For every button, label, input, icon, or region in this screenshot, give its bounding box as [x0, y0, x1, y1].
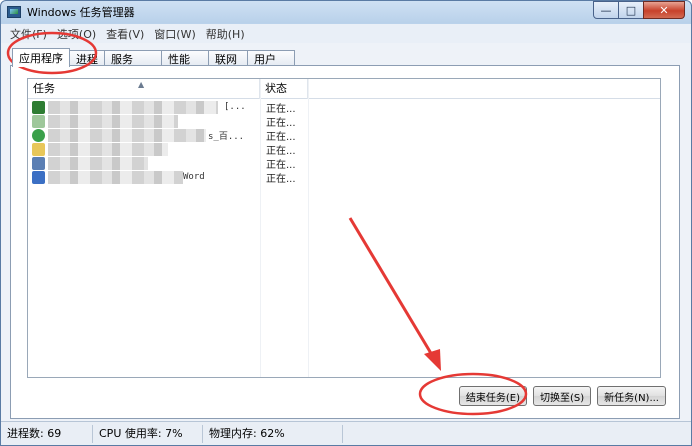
applications-panel: ▲ 任务 状态 [... 正在... 正在... s_百... 正在... 正在…: [10, 65, 680, 419]
task-name-suffix: s_百...: [208, 131, 245, 142]
folder-icon: [32, 142, 45, 156]
main-area: 应用程序 进程 服务 性能 联网 用户 ▲ 任务 状态 [... 正在... 正…: [1, 43, 691, 421]
status-bar: 进程数: 69 CPU 使用率: 7% 物理内存: 62%: [1, 421, 691, 445]
column-status-label: 状态: [265, 82, 287, 95]
task-cell: [28, 142, 260, 156]
menu-bar: 文件(F) 选项(O) 查看(V) 窗口(W) 帮助(H): [1, 24, 691, 43]
list-header: ▲ 任务 状态: [28, 79, 660, 99]
task-cell: [...: [28, 100, 260, 114]
menu-file[interactable]: 文件(F): [5, 26, 52, 42]
switch-to-button[interactable]: 切换至(S): [533, 386, 592, 406]
minimize-button[interactable]: —: [593, 1, 619, 19]
column-task-label: 任务: [33, 82, 55, 95]
menu-help[interactable]: 帮助(H): [201, 26, 250, 42]
redacted-task-name: [48, 100, 218, 114]
table-row[interactable]: s_百... 正在...: [28, 127, 660, 143]
task-cell: s_百...: [28, 128, 260, 142]
status-cell: 正在...: [260, 99, 308, 115]
redacted-task-name: [48, 156, 148, 170]
status-cell: 正在...: [260, 155, 308, 171]
status-cell: 正在...: [260, 169, 308, 185]
action-buttons: 结束任务(E) 切换至(S) 新任务(N)...: [453, 386, 666, 406]
excel-icon: [32, 100, 45, 114]
status-cell: 正在...: [260, 113, 308, 129]
title-bar[interactable]: Windows 任务管理器 — □ ✕: [1, 1, 691, 23]
status-cell: 正在...: [260, 127, 308, 143]
window-icon: [32, 114, 45, 128]
menu-options[interactable]: 选项(O): [52, 26, 101, 42]
table-row[interactable]: 正在...: [28, 113, 660, 129]
task-cell: Word: [28, 170, 260, 184]
process-count: 进程数: 69: [1, 424, 93, 443]
ie-icon: [32, 128, 45, 142]
task-manager-window: Windows 任务管理器 — □ ✕ 文件(F) 选项(O) 查看(V) 窗口…: [0, 0, 692, 446]
column-header-status[interactable]: 状态: [260, 79, 308, 99]
maximize-button[interactable]: □: [618, 1, 644, 19]
tab-strip: 应用程序 进程 服务 性能 联网 用户: [12, 48, 295, 67]
task-name-suffix: [...: [224, 102, 246, 112]
column-header-task[interactable]: ▲ 任务: [28, 79, 260, 99]
menu-window[interactable]: 窗口(W): [149, 26, 200, 42]
redacted-task-name: [48, 114, 178, 128]
word-icon: [32, 170, 45, 184]
task-rows: [... 正在... 正在... s_百... 正在... 正在... 正在..…: [28, 99, 660, 185]
close-button[interactable]: ✕: [643, 1, 685, 19]
window-controls: — □ ✕: [593, 1, 685, 19]
tab-applications[interactable]: 应用程序: [12, 48, 70, 67]
redacted-task-name: [48, 128, 206, 142]
new-task-button[interactable]: 新任务(N)...: [597, 386, 666, 406]
window-title: Windows 任务管理器: [27, 6, 135, 19]
status-cell: 正在...: [260, 141, 308, 157]
app-icon: [32, 156, 45, 170]
redacted-task-name: [48, 142, 168, 156]
task-name-suffix: Word: [183, 172, 205, 182]
end-task-button[interactable]: 结束任务(E): [458, 386, 528, 406]
redacted-task-name: [48, 170, 183, 184]
task-manager-icon: [7, 6, 21, 18]
table-row[interactable]: 正在...: [28, 155, 660, 171]
task-cell: [28, 114, 260, 128]
cpu-usage: CPU 使用率: 7%: [93, 424, 203, 443]
menu-view[interactable]: 查看(V): [101, 26, 149, 42]
task-list[interactable]: ▲ 任务 状态 [... 正在... 正在... s_百... 正在... 正在…: [27, 78, 661, 378]
memory-usage: 物理内存: 62%: [203, 424, 343, 443]
table-row[interactable]: 正在...: [28, 141, 660, 157]
sort-up-icon: ▲: [138, 80, 145, 89]
table-row[interactable]: [... 正在...: [28, 99, 660, 115]
table-row[interactable]: Word 正在...: [28, 169, 660, 185]
task-cell: [28, 156, 260, 170]
